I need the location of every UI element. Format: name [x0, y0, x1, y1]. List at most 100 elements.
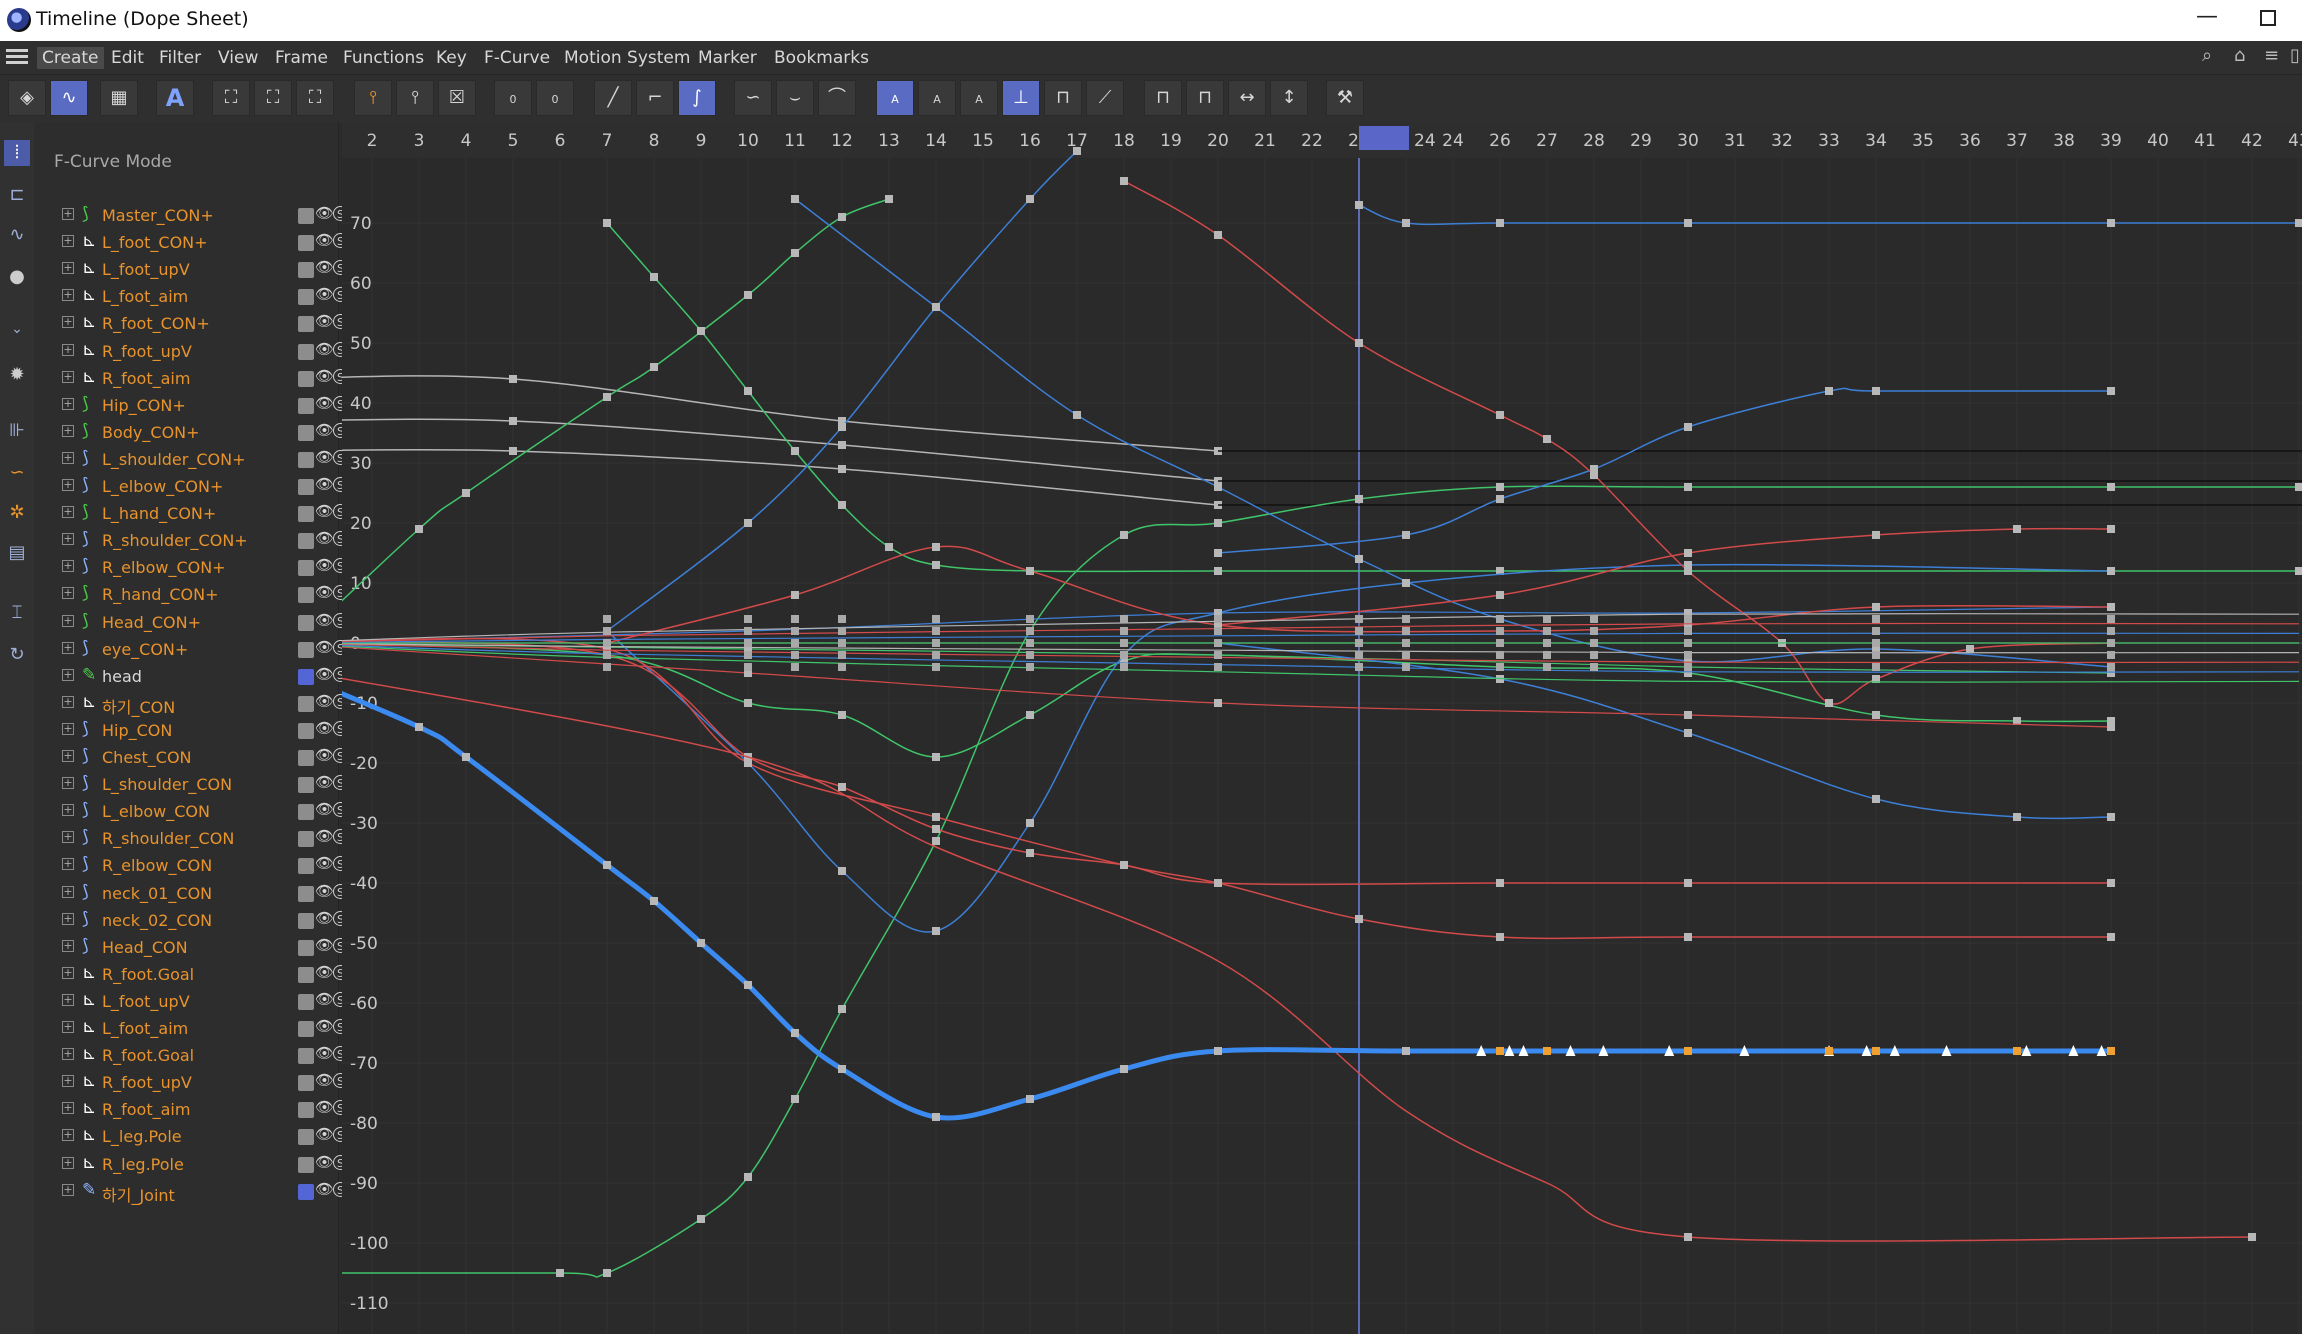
track-name[interactable]: Body_CON+	[102, 423, 200, 442]
layer-color-swatch[interactable]	[298, 858, 314, 875]
track-row[interactable]: + ⟆ R_elbow_CON 👁 S	[58, 852, 348, 879]
visibility-eye-icon[interactable]: 👁	[315, 1180, 334, 1198]
expand-icon[interactable]: +	[62, 560, 74, 573]
visibility-eye-icon[interactable]: 👁	[315, 719, 334, 737]
auto-tangent-icon[interactable]: A	[876, 80, 914, 116]
layer-color-swatch[interactable]	[298, 750, 314, 766]
track-name[interactable]: L_elbow_CON+	[102, 477, 223, 496]
track-name[interactable]: L_leg.Pole	[102, 1127, 182, 1146]
visibility-eye-icon[interactable]: 👁	[315, 556, 334, 574]
track-name[interactable]: L_shoulder_CON	[102, 775, 232, 794]
ease-out-icon[interactable]: ⌒	[818, 80, 856, 116]
weighted-tangent-icon[interactable]: ⟋	[1086, 80, 1124, 116]
menu-key[interactable]: Key	[431, 47, 472, 69]
track-row[interactable]: + ⟆ L_elbow_CON 👁 S	[58, 798, 348, 825]
layer-color-swatch[interactable]	[298, 1075, 314, 1092]
track-name[interactable]: L_hand_CON+	[102, 504, 216, 523]
expand-icon[interactable]: +	[62, 750, 74, 762]
visibility-eye-icon[interactable]: 👁	[315, 800, 334, 818]
layer-color-swatch[interactable]	[298, 966, 314, 983]
track-name[interactable]: neck_01_CON	[102, 884, 212, 903]
horizontal-move-icon[interactable]: ↔	[1228, 80, 1266, 116]
expand-icon[interactable]: +	[62, 695, 74, 708]
track-row[interactable]: + ⊾ L_foot_aim 👁 S	[58, 1015, 348, 1042]
visibility-eye-icon[interactable]: 👁	[315, 990, 334, 1008]
expand-icon[interactable]: +	[62, 533, 74, 546]
track-row[interactable]: + ⟆ R_hand_CON+ 👁 S	[58, 581, 348, 608]
layer-color-swatch[interactable]	[298, 451, 314, 468]
lock-tangent-angle-icon[interactable]: A	[918, 80, 956, 116]
track-name[interactable]: Chest_CON	[102, 748, 192, 767]
layer-color-swatch[interactable]	[298, 506, 314, 523]
visibility-eye-icon[interactable]: 👁	[315, 1125, 334, 1143]
hierarchy-icon[interactable]: ⊏	[4, 182, 30, 208]
layer-color-swatch[interactable]	[298, 885, 314, 902]
layer-color-swatch[interactable]	[298, 993, 314, 1010]
menu-frame[interactable]: Frame	[270, 47, 333, 69]
track-name[interactable]: Master_CON+	[102, 206, 214, 225]
zero-length-icon[interactable]: 0	[536, 80, 574, 116]
expand-icon[interactable]: +	[62, 208, 74, 220]
range-icon[interactable]: ⌶	[4, 600, 30, 626]
visibility-eye-icon[interactable]: 👁	[315, 1153, 334, 1171]
track-row[interactable]: + ⊾ L_leg.Pole 👁 S	[58, 1123, 348, 1150]
nodes-icon[interactable]: ✲	[4, 500, 30, 526]
paint-brush-icon[interactable]: ⚒	[1326, 80, 1364, 116]
track-name[interactable]: Hip_CON	[102, 721, 172, 740]
track-row[interactable]: + ⟆ Chest_CON 👁 S	[58, 744, 348, 771]
filter-icon[interactable]: ≡	[2264, 45, 2279, 66]
track-row[interactable]: + ⟆ Head_CON+ 👁 S	[58, 609, 348, 636]
home-icon[interactable]: ⌂	[2234, 45, 2245, 66]
track-name[interactable]: R_shoulder_CON+	[102, 531, 248, 550]
menu-bookmarks[interactable]: Bookmarks	[769, 47, 874, 69]
track-row[interactable]: + ⊾ L_foot_upV 👁 S	[58, 256, 348, 283]
sphere-icon[interactable]: ●	[4, 264, 30, 290]
frame-selected-button[interactable]: ⛶	[254, 80, 292, 116]
visibility-eye-icon[interactable]: 👁	[315, 583, 334, 601]
expand-icon[interactable]: +	[62, 262, 74, 275]
auto-mode-icon[interactable]: A	[156, 80, 194, 116]
layer-color-swatch[interactable]	[298, 1102, 314, 1119]
lock-key-time-icon[interactable]: ⊓	[1186, 80, 1224, 116]
track-row[interactable]: + ⟆ eye_CON+ 👁 S	[58, 636, 348, 663]
expand-icon[interactable]: +	[62, 1102, 74, 1115]
fcurve-graph[interactable]: 2345678910111213141516171819202122232426…	[342, 122, 2302, 1334]
expand-icon[interactable]: +	[62, 506, 74, 519]
track-row[interactable]: + ⊾ R_leg.Pole 👁 S	[58, 1151, 348, 1178]
expand-icon[interactable]: +	[62, 777, 74, 790]
track-name[interactable]: R_hand_CON+	[102, 585, 219, 604]
track-name[interactable]: 하기_Joint	[102, 1182, 175, 1206]
menu-motion-system[interactable]: Motion System	[559, 47, 695, 69]
delete-key-icon[interactable]: ☒	[438, 80, 476, 116]
track-row[interactable]: + ⟆ neck_01_CON 👁 S	[58, 880, 348, 907]
track-row[interactable]: + ⊾ L_foot_CON+ 👁 S	[58, 229, 348, 256]
expand-icon[interactable]: +	[62, 343, 74, 356]
minimize-button[interactable]: —	[2196, 4, 2218, 29]
track-name[interactable]: R_elbow_CON+	[102, 558, 226, 577]
fcurve-canvas[interactable]: 2345678910111213141516171819202122232426…	[342, 122, 2302, 1334]
track-row[interactable]: + ⟆ L_elbow_CON+ 👁 S	[58, 473, 348, 500]
layer-color-swatch[interactable]	[298, 533, 314, 550]
track-name[interactable]: R_leg.Pole	[102, 1155, 184, 1174]
film-icon[interactable]: ▤	[4, 540, 30, 566]
layer-color-swatch[interactable]	[298, 343, 314, 360]
expand-icon[interactable]: +	[62, 722, 74, 735]
fcurve-mode-button[interactable]: ∿	[50, 80, 88, 116]
track-name[interactable]: 하기_CON	[102, 694, 175, 718]
visibility-eye-icon[interactable]: 👁	[315, 285, 334, 303]
visibility-eye-icon[interactable]: 👁	[315, 827, 334, 845]
collapse-icon[interactable]: ⌄	[4, 316, 30, 342]
track-row[interactable]: + ⟆ Hip_CON+ 👁 S	[58, 392, 348, 419]
track-name[interactable]: R_foot_aim	[102, 369, 190, 388]
layer-color-swatch[interactable]	[298, 722, 314, 739]
track-row[interactable]: + ⊾ R_foot_upV 👁 S	[58, 338, 348, 365]
layer-color-swatch[interactable]	[298, 370, 314, 387]
track-name[interactable]: Head_CON	[102, 938, 188, 957]
track-name[interactable]: L_foot_aim	[102, 287, 188, 306]
menu-marker[interactable]: Marker	[693, 47, 762, 69]
layer-color-swatch[interactable]	[298, 804, 314, 821]
hamburger-menu-icon[interactable]	[6, 49, 28, 65]
visibility-eye-icon[interactable]: 👁	[315, 746, 334, 764]
track-row[interactable]: + ⟆ Head_CON 👁 S	[58, 934, 348, 961]
visibility-eye-icon[interactable]: 👁	[315, 665, 334, 683]
